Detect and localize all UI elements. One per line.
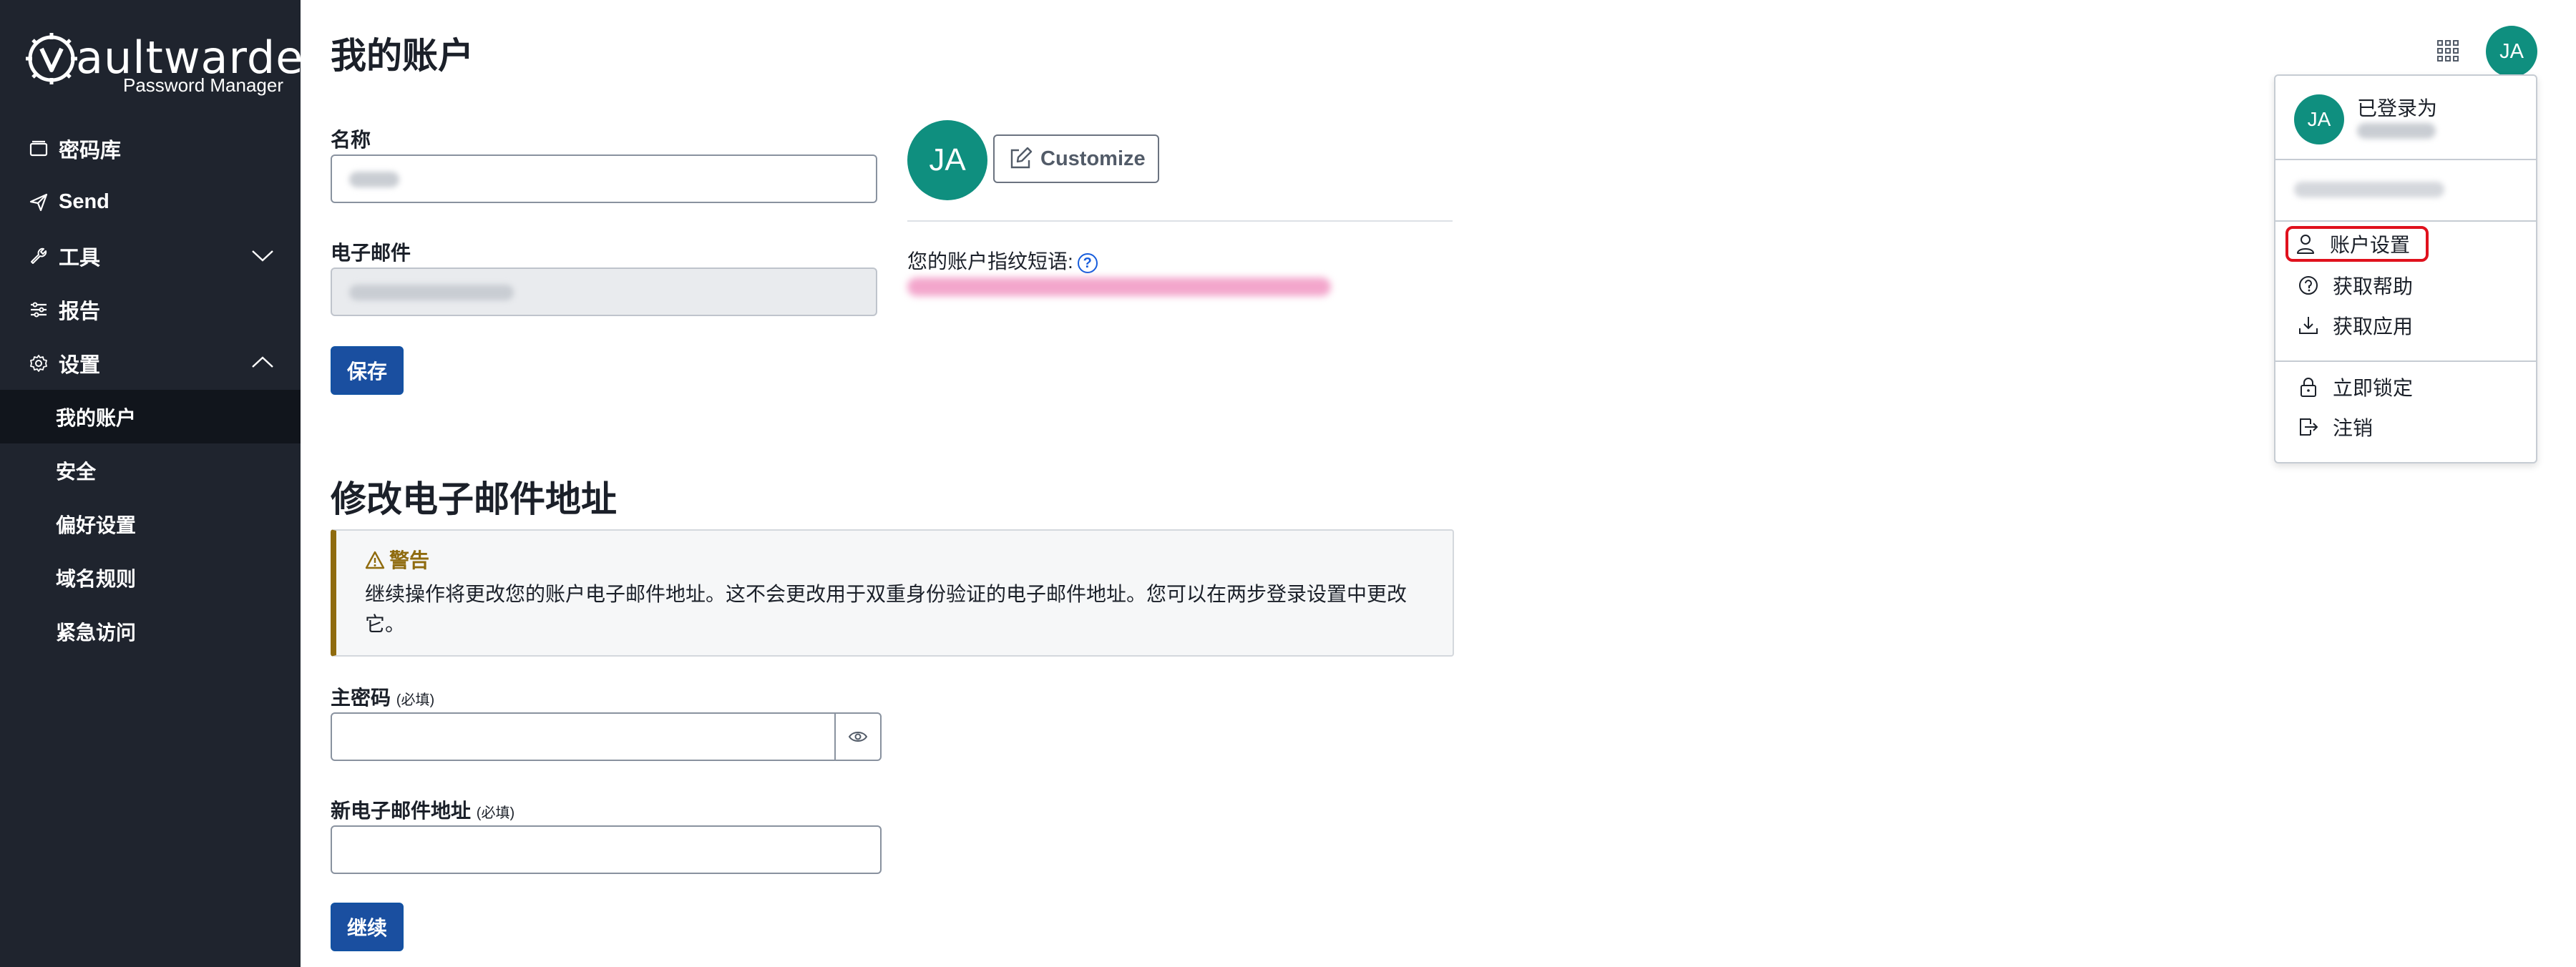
download-icon (2297, 314, 2320, 337)
fingerprint-label: 您的账户指纹短语:? (907, 246, 1098, 275)
vaultwarden-logo-icon (26, 33, 77, 84)
fingerprint-phrase-redacted (907, 278, 1331, 296)
eye-icon (848, 732, 868, 742)
question-icon (2297, 274, 2320, 297)
menu-divider (2275, 360, 2536, 362)
sidebar-item-my-account[interactable]: 我的账户 (0, 390, 301, 443)
menu-item-get-help[interactable]: 获取帮助 (2291, 267, 2413, 303)
account-menu: JA 已登录为 账户设置 获取帮助 获取应用 立即锁定 注销 (2274, 74, 2537, 463)
user-icon (2294, 232, 2317, 255)
menu-item-account-settings[interactable]: 账户设置 (2285, 226, 2429, 262)
sidebar-item-label: 报告 (59, 300, 101, 323)
menu-item-label: 账户设置 (2330, 234, 2411, 256)
warning-body: 继续操作将更改您的账户电子邮件地址。这不会更改用于双重身份验证的电子邮件地址。您… (365, 583, 1407, 635)
sidebar-item-label: Send (59, 190, 109, 213)
warning-callout: 警告 继续操作将更改您的账户电子邮件地址。这不会更改用于双重身份验证的电子邮件地… (331, 529, 1454, 657)
menu-avatar: JA (2294, 94, 2344, 144)
logged-in-as-label: 已登录为 (2357, 97, 2438, 119)
master-password-label-text: 主密码 (331, 687, 391, 709)
question-circle-icon[interactable]: ? (1077, 252, 1098, 273)
menu-item-label: 获取帮助 (2333, 275, 2414, 298)
menu-item-label: 注销 (2333, 417, 2373, 439)
sidebar-item-send[interactable]: Send (0, 175, 301, 229)
sign-out-icon (2297, 416, 2320, 438)
menu-item-lock-now[interactable]: 立即锁定 (2291, 369, 2413, 405)
sidebar-item-label: 密码库 (59, 139, 122, 162)
wrench-icon (29, 246, 49, 266)
master-password-label: 主密码 (必填) (331, 682, 434, 711)
divider (907, 220, 1453, 222)
menu-divider (2275, 159, 2536, 160)
save-button[interactable]: 保存 (331, 346, 404, 395)
new-email-label-text: 新电子邮件地址 (331, 800, 472, 822)
account-menu-button[interactable]: JA (2486, 26, 2537, 77)
chevron-down-icon[interactable] (250, 245, 275, 266)
continue-button[interactable]: 继续 (331, 903, 404, 951)
name-value-redacted (349, 172, 399, 187)
brand-subtitle: Password Manager (123, 74, 283, 96)
logged-in-name-redacted (2357, 123, 2436, 139)
sidebar-item-security[interactable]: 安全 (0, 443, 301, 497)
lock-icon (2297, 375, 2320, 398)
avatar: JA (907, 120, 987, 200)
sidebar-item-vault[interactable]: 密码库 (0, 122, 301, 175)
gear-icon (29, 353, 49, 373)
menu-item-log-out[interactable]: 注销 (2291, 409, 2373, 445)
name-label: 名称 (331, 129, 371, 151)
sidebar-item-domain-rules[interactable]: 域名规则 (0, 551, 301, 604)
page-title: 我的账户 (331, 36, 474, 76)
vaultwarden-logo[interactable]: aultwarden Password Manager (26, 29, 332, 100)
sidebar-item-tools[interactable]: 工具 (0, 229, 301, 283)
master-password-input[interactable] (331, 712, 836, 761)
chevron-up-icon[interactable] (250, 352, 275, 373)
email-field (331, 267, 877, 316)
report-icon (29, 300, 49, 320)
name-input[interactable] (331, 154, 877, 203)
required-hint: (必填) (476, 805, 515, 821)
sidebar-item-settings[interactable]: 设置 (0, 336, 301, 390)
warning-title-text: 警告 (389, 549, 430, 571)
edit-icon (1010, 147, 1033, 169)
customize-label: Customize (1040, 147, 1146, 170)
warning-icon (365, 551, 385, 569)
menu-divider (2275, 220, 2536, 222)
menu-item-label: 获取应用 (2333, 315, 2414, 338)
sidebar: aultwarden Password Manager 密码库 Send 工具 (0, 0, 332, 967)
product-switcher-icon[interactable] (2437, 40, 2459, 62)
email-value-redacted (349, 285, 514, 300)
send-icon (29, 192, 49, 212)
vault-icon (29, 139, 49, 159)
sidebar-item-preferences[interactable]: 偏好设置 (0, 497, 301, 551)
sidebar-item-emergency-access[interactable]: 紧急访问 (0, 604, 301, 658)
logged-in-email-redacted (2294, 182, 2444, 197)
sidebar-item-label: 工具 (59, 246, 101, 270)
new-email-label: 新电子邮件地址 (必填) (331, 795, 514, 824)
customize-avatar-button[interactable]: Customize (993, 134, 1159, 183)
sidebar-item-label: 设置 (59, 353, 101, 377)
email-label: 电子邮件 (331, 242, 411, 264)
required-hint: (必填) (396, 692, 435, 708)
new-email-input[interactable] (331, 825, 882, 874)
warning-title: 警告 (365, 545, 429, 574)
toggle-password-visibility-button[interactable] (834, 712, 882, 761)
menu-item-get-apps[interactable]: 获取应用 (2291, 308, 2413, 343)
change-email-title: 修改电子邮件地址 (331, 479, 617, 519)
sidebar-nav: 密码库 Send 工具 报告 设置 我的账户 安全 偏好设置 域名规则 紧急访问 (0, 122, 301, 658)
fingerprint-label-text: 您的账户指纹短语: (907, 250, 1073, 273)
sidebar-item-reports[interactable]: 报告 (0, 283, 301, 336)
menu-item-label: 立即锁定 (2333, 377, 2414, 399)
